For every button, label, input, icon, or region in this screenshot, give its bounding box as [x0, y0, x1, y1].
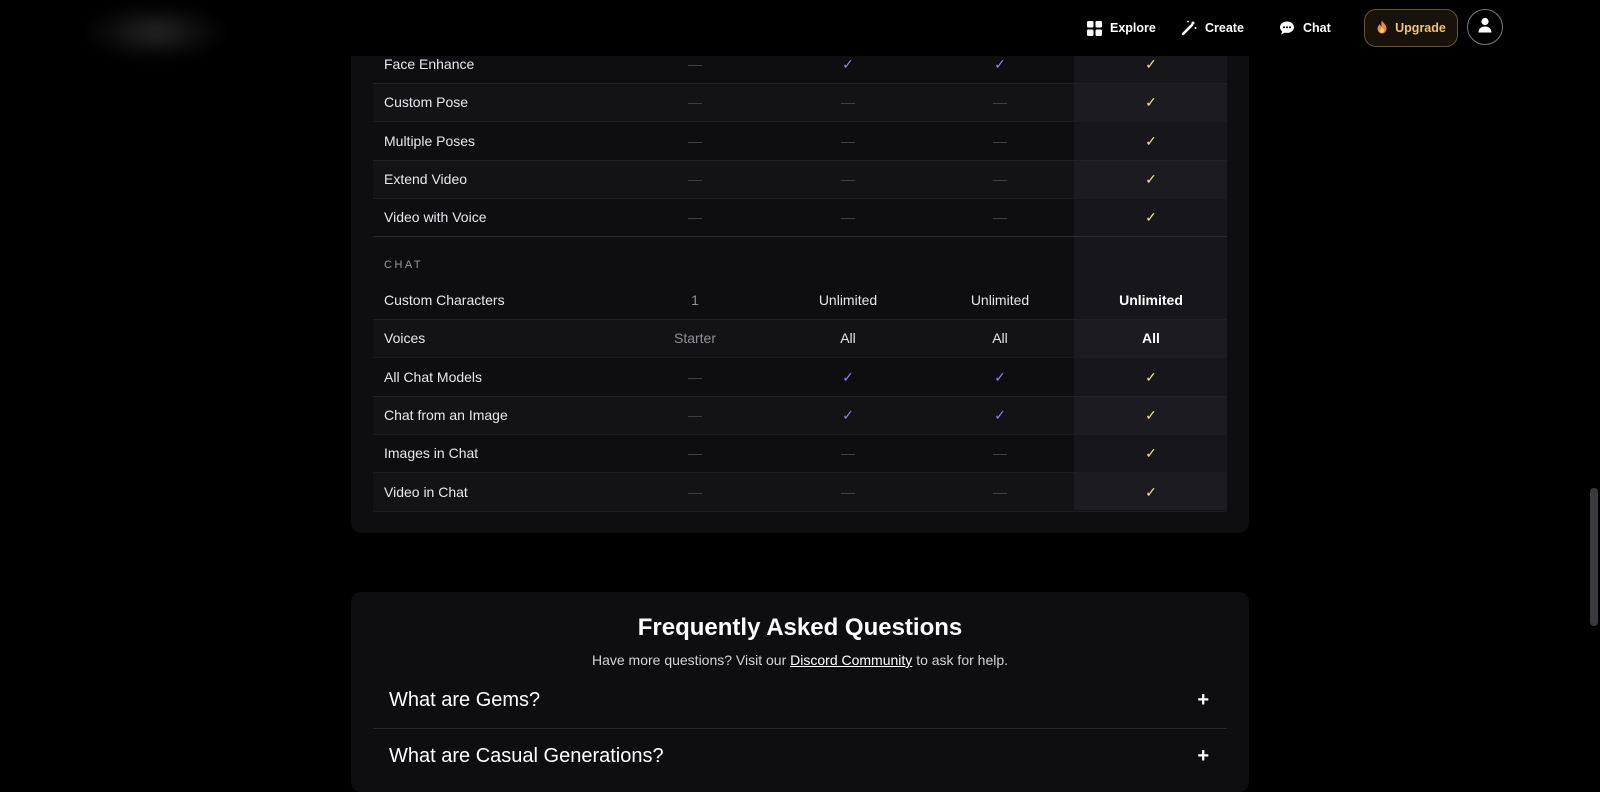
section-divider: [373, 236, 1227, 237]
plus-icon[interactable]: +: [1197, 728, 1209, 784]
nav-chat-label: Chat: [1303, 21, 1331, 35]
dash-icon: —: [993, 209, 1007, 226]
dash-icon: —: [993, 94, 1007, 111]
check-icon: ✓: [842, 406, 854, 423]
check-icon: ✓: [1145, 170, 1157, 187]
dash-icon: —: [688, 94, 702, 111]
feature-label: Extend Video: [384, 170, 468, 187]
chat-bubble-icon: [1279, 20, 1295, 36]
top-navigation: Explore Create Chat Upgrade: [0, 0, 1600, 60]
faq-subtitle-pre: Have more questions? Visit our: [591, 652, 787, 668]
check-icon: ✓: [1145, 445, 1157, 462]
feature-label: Custom Pose: [384, 94, 469, 111]
logo[interactable]: [85, 4, 225, 60]
nav-create-label: Create: [1205, 21, 1244, 35]
plan-value: All: [1142, 330, 1160, 347]
check-icon: ✓: [1145, 94, 1157, 111]
check-icon: ✓: [1145, 406, 1157, 423]
dash-icon: —: [841, 170, 855, 187]
discord-community-link[interactable]: Discord Community: [790, 652, 912, 668]
magic-wand-icon: [1181, 20, 1197, 36]
table-row: All Chat Models — ✓ ✓ ✓: [373, 358, 1227, 397]
section-title-chat: CHAT: [384, 259, 424, 271]
table-row: Chat from an Image — ✓ ✓ ✓: [373, 396, 1227, 435]
dash-icon: —: [688, 170, 702, 187]
dash-icon: —: [993, 445, 1007, 462]
nav-chat-button[interactable]: Chat: [1279, 14, 1331, 42]
feature-label: Video with Voice: [384, 209, 487, 226]
user-icon: [1477, 17, 1493, 38]
dash-icon: —: [688, 406, 702, 423]
dash-icon: —: [688, 483, 702, 500]
plan-value: All: [992, 330, 1008, 347]
check-icon: ✓: [842, 368, 854, 385]
table-row: Multiple Poses — — — ✓: [373, 122, 1227, 161]
nav-explore-label: Explore: [1110, 21, 1156, 35]
table-row: Custom Characters 1 Unlimited Unlimited Unli…: [373, 281, 1227, 320]
faq-subtitle-post: to ask for help.: [916, 652, 1009, 668]
dash-icon: —: [993, 170, 1007, 187]
dash-icon: —: [688, 368, 702, 385]
faq-question: What are Gems?: [389, 689, 541, 711]
plan-value: Unlimited: [818, 292, 878, 308]
plan-value: Starter: [673, 330, 716, 347]
check-icon: ✓: [1145, 483, 1157, 500]
plus-icon[interactable]: +: [1197, 672, 1209, 728]
upgrade-button[interactable]: Upgrade: [1364, 9, 1458, 47]
feature-label: All Chat Models: [384, 368, 483, 385]
feature-label: Custom Characters: [384, 292, 505, 308]
table-row: Extend Video — — — ✓: [373, 160, 1227, 199]
table-row: Images in Chat — — — ✓: [373, 434, 1227, 474]
check-icon: ✓: [994, 368, 1006, 385]
faq-title: Frequently Asked Questions: [637, 614, 963, 641]
scrollbar-thumb[interactable]: [1590, 488, 1598, 626]
plan-value: 1: [691, 292, 699, 308]
table-row: Video in Chat — — — ✓: [373, 473, 1227, 512]
feature-label: Images in Chat: [384, 445, 479, 462]
table-row: Video with Voice — — — ✓: [373, 198, 1227, 238]
faq-question: What are Casual Generations?: [389, 745, 664, 767]
table-row: Custom Pose — — — ✓: [373, 83, 1227, 123]
grid-icon: [1086, 20, 1102, 36]
dash-icon: —: [688, 132, 702, 149]
dash-icon: —: [993, 132, 1007, 149]
dash-icon: —: [841, 445, 855, 462]
dash-icon: —: [688, 209, 702, 226]
dash-icon: —: [841, 209, 855, 226]
plan-value: Unlimited: [970, 292, 1030, 308]
faq-item-casual-generations[interactable]: What are Casual Generations? +: [373, 728, 1227, 784]
user-avatar-button[interactable]: [1467, 9, 1503, 45]
faq-item-gems[interactable]: What are Gems? +: [373, 672, 1227, 729]
upgrade-label: Upgrade: [1395, 21, 1446, 35]
feature-label: Video in Chat: [384, 483, 468, 500]
dash-icon: —: [841, 483, 855, 500]
table-row: Voices Starter All All All: [373, 319, 1227, 359]
feature-label: Chat from an Image: [384, 406, 508, 423]
dash-icon: —: [841, 94, 855, 111]
feature-label: Multiple Poses: [384, 132, 476, 149]
dash-icon: —: [841, 132, 855, 149]
plan-value: Unlimited: [1119, 292, 1183, 308]
nav-create-button[interactable]: Create: [1181, 14, 1244, 42]
check-icon: ✓: [1145, 368, 1157, 385]
dash-icon: —: [993, 483, 1007, 500]
nav-explore-button[interactable]: Explore: [1086, 14, 1156, 42]
plan-value: All: [840, 330, 856, 347]
check-icon: ✓: [1145, 132, 1157, 149]
feature-label: Voices: [384, 330, 426, 347]
faq-subtitle: Have more questions? Visit our Discord C…: [351, 652, 1249, 668]
check-icon: ✓: [1145, 209, 1157, 226]
dash-icon: —: [688, 445, 702, 462]
check-icon: ✓: [994, 406, 1006, 423]
flame-icon: [1376, 20, 1388, 37]
